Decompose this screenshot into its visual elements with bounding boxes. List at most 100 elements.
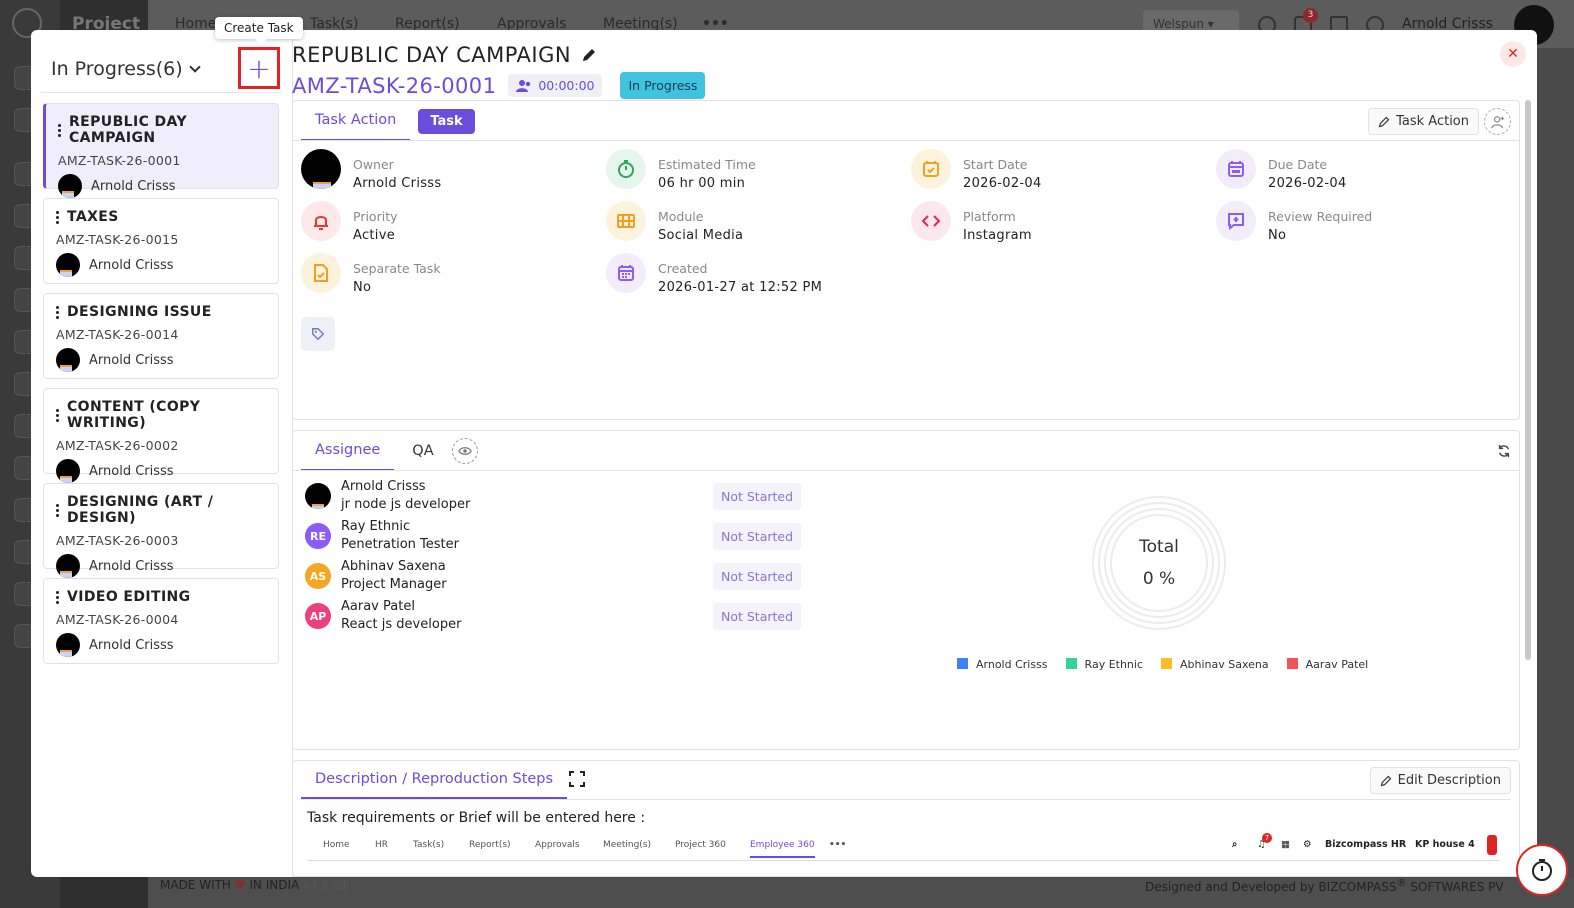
legend-item[interactable]: Arnold Crisss — [957, 658, 1048, 671]
chart-legend: Arnold Crisss Ray Ethnic Abhinav Saxena … — [957, 658, 1368, 671]
avatar — [56, 633, 80, 657]
users-icon — [516, 79, 531, 92]
page-title: REPUBLIC DAY CAMPAIGN — [292, 43, 572, 67]
pencil-icon[interactable] — [581, 47, 597, 63]
list-item: AS Abhinav Saxena Project Manager Not St… — [305, 559, 805, 599]
divider — [301, 799, 1511, 800]
task-card-designing-issue[interactable]: DESIGNING ISSUE AMZ-TASK-26-0014 Arnold … — [43, 293, 279, 379]
avatar — [301, 149, 341, 189]
status-badge: Not Started — [713, 483, 802, 510]
info-value: 2026-01-27 at 12:52 PM — [658, 280, 823, 295]
assignee-role: React js developer — [341, 617, 462, 632]
tab-task[interactable]: Task — [418, 108, 475, 134]
task-card-code: AMZ-TASK-26-0015 — [56, 232, 179, 247]
embedded-nav-item: HR — [375, 840, 389, 850]
legend-swatch — [1161, 658, 1173, 669]
avatar — [305, 483, 331, 509]
description-text: Task requirements or Brief will be enter… — [307, 810, 646, 826]
embedded-nav-item: Project 360 — [675, 840, 726, 850]
drag-handle-icon[interactable] — [56, 305, 59, 319]
divider — [41, 92, 282, 93]
legend-item[interactable]: Ray Ethnic — [1065, 658, 1143, 671]
embedded-user: KP house 4 — [1415, 839, 1475, 850]
embedded-grid-icon: ▦ — [1281, 839, 1290, 850]
drag-handle-icon[interactable] — [58, 123, 61, 137]
task-card-designing-art-design[interactable]: DESIGNING (ART / DESIGN) AMZ-TASK-26-000… — [43, 483, 279, 578]
tag-button[interactable] — [301, 317, 335, 351]
embedded-nav-item: Home — [323, 840, 350, 850]
avatar — [56, 348, 80, 372]
task-list: REPUBLIC DAY CAMPAIGN AMZ-TASK-26-0001 A… — [43, 103, 279, 673]
expand-button[interactable] — [569, 771, 585, 791]
workspace-label: Welspun — [1153, 17, 1204, 31]
legend-swatch — [957, 658, 968, 669]
footer-version: v4.6.21 — [303, 878, 349, 892]
info-label: Review Required — [1268, 209, 1373, 224]
refresh-icon — [1498, 444, 1510, 458]
grid-icon — [606, 201, 646, 241]
task-card-republic-day-campaign[interactable]: REPUBLIC DAY CAMPAIGN AMZ-TASK-26-0001 A… — [43, 103, 279, 198]
tab-task-action[interactable]: Task Action — [301, 101, 411, 141]
code-icon — [911, 201, 951, 241]
drag-handle-icon[interactable] — [56, 590, 59, 604]
info-value: Active — [353, 228, 396, 243]
drag-handle-icon[interactable] — [56, 408, 59, 422]
legend-item[interactable]: Abhinav Saxena — [1161, 658, 1269, 671]
footer-in-india: IN INDIA — [249, 878, 300, 892]
assignee-tabs: Assignee QA — [301, 431, 478, 471]
info-label: Owner — [353, 157, 394, 172]
legend-item[interactable]: Aarav Patel — [1286, 658, 1369, 671]
list-item: AP Aarav Patel React js developer Not St… — [305, 599, 805, 639]
divider — [293, 140, 1519, 141]
timer-display[interactable]: 00:00:00 — [508, 74, 603, 97]
timer-fab-button[interactable] — [1516, 844, 1568, 896]
embedded-nav-item: Task(s) — [413, 840, 445, 850]
drag-handle-icon[interactable] — [56, 503, 59, 517]
task-card-taxes[interactable]: TAXES AMZ-TASK-26-0015 Arnold Crisss — [43, 198, 279, 284]
add-user-button[interactable] — [1484, 108, 1511, 135]
close-button[interactable]: ✕ — [1500, 41, 1526, 67]
task-action-button[interactable]: Task Action — [1368, 108, 1479, 135]
footer-made-with: MADE WITH ♥ IN INDIA v4.6.21 — [160, 878, 348, 892]
task-card-video-editing[interactable]: VIDEO EDITING AMZ-TASK-26-0004 Arnold Cr… — [43, 578, 279, 664]
tab-description[interactable]: Description / Reproduction Steps — [301, 761, 568, 799]
description-panel: Description / Reproduction Steps Edit De… — [292, 760, 1520, 877]
legend-swatch — [1286, 658, 1298, 669]
task-card-title: DESIGNING ISSUE — [67, 304, 212, 320]
footer-credit: Designed and Developed by BIZCOMPASS® SO… — [1145, 878, 1504, 894]
task-card-owner: Arnold Crisss — [89, 257, 174, 273]
info-label: Module — [658, 209, 704, 224]
tab-qa[interactable]: QA — [408, 431, 437, 471]
task-card-title: REPUBLIC DAY CAMPAIGN — [69, 114, 187, 146]
drag-handle-icon[interactable] — [56, 210, 59, 224]
refresh-button[interactable] — [1497, 443, 1511, 462]
eye-button[interactable] — [451, 438, 478, 464]
create-task-button[interactable]: + — [238, 47, 280, 89]
info-value: Instagram — [963, 228, 1032, 243]
embedded-nav-item: Meeting(s) — [603, 840, 651, 850]
tab-assignee[interactable]: Assignee — [301, 431, 395, 471]
edit-description-button[interactable]: Edit Description — [1369, 767, 1511, 794]
embedded-badge: 7 — [1262, 833, 1272, 843]
legend-label: Aarav Patel — [1305, 658, 1369, 671]
info-value: No — [1268, 228, 1287, 243]
embedded-nav-item: Approvals — [535, 840, 580, 850]
status-filter-dropdown[interactable]: In Progress(6) — [51, 58, 201, 80]
task-card-code: AMZ-TASK-26-0003 — [56, 533, 179, 548]
task-card-code: AMZ-TASK-26-0002 — [56, 438, 179, 453]
embedded-more-icon: ••• — [829, 840, 847, 850]
assignee-panel: Assignee QA Arnold Crisss jr node js dev… — [292, 430, 1520, 750]
donut-total-label: Total — [1139, 537, 1179, 557]
assignee-list: Arnold Crisss jr node js developer Not S… — [305, 479, 805, 639]
stopwatch-icon — [606, 149, 646, 189]
task-list-panel: In Progress(6) + REPUBLIC DAY CAMPAIGN A… — [31, 30, 293, 877]
task-card-content-copy-writing[interactable]: CONTENT (COPY WRITING) AMZ-TASK-26-0002 … — [43, 388, 279, 483]
list-item: Arnold Crisss jr node js developer Not S… — [305, 479, 805, 519]
scrollbar[interactable] — [1525, 100, 1531, 660]
donut-total-value: 0 % — [1142, 569, 1176, 589]
task-card-owner: Arnold Crisss — [89, 352, 174, 368]
avatar — [56, 554, 80, 578]
pencil-icon — [1380, 775, 1391, 786]
task-card-title: VIDEO EDITING — [67, 589, 191, 605]
details-tabs: Task Action Task — [301, 101, 475, 141]
